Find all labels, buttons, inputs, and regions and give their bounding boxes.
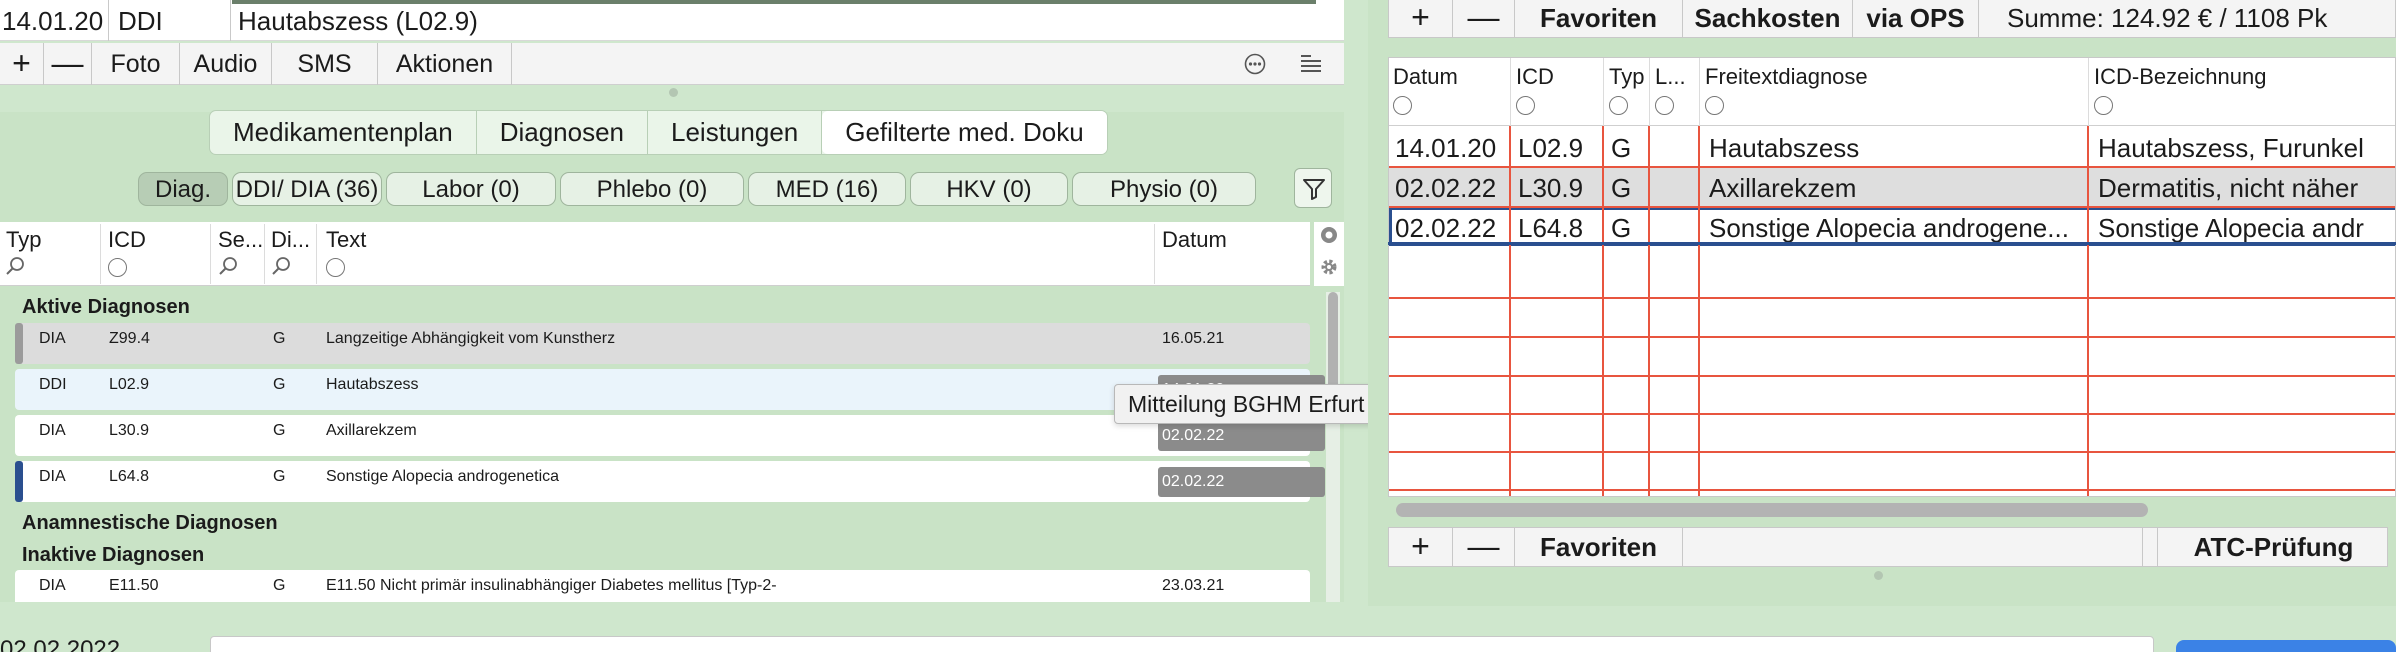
col-typ[interactable]: Typ xyxy=(1609,64,1644,90)
tab-medikamentenplan[interactable]: Medikamentenplan xyxy=(210,111,477,154)
selected-entry-row[interactable]: 14.01.20 DDI Hautabszess (L02.9) xyxy=(0,0,1344,41)
clipped-row-container: DIA E11.50 G E11.50 Nicht primär insulin… xyxy=(15,570,1310,602)
col-di[interactable]: Di... xyxy=(271,227,310,253)
entry-text: Hautabszess (L02.9) xyxy=(238,6,478,36)
filter-chips: Diag. DDI/ DIA (36) Labor (0) Phlebo (0)… xyxy=(138,172,1256,206)
entry-input[interactable] xyxy=(210,636,2154,652)
sachkosten-button[interactable]: Sachkosten xyxy=(1683,0,1853,38)
table-row[interactable]: DIA E11.50 G E11.50 Nicht primär insulin… xyxy=(15,570,1310,602)
filter-circle-icon[interactable] xyxy=(1705,96,1724,115)
group-active-diagnoses: Aktive Diagnosen xyxy=(22,296,190,318)
table-row[interactable]: 14.01.20 L02.9 G Hautabszess Hautabszess… xyxy=(1389,127,2395,166)
favoriten-button[interactable]: Favoriten xyxy=(1515,528,1683,566)
favoriten-button[interactable]: Favoriten xyxy=(1515,0,1683,38)
filter-circle-icon[interactable] xyxy=(1393,96,1412,115)
filter-diag[interactable]: Diag. xyxy=(138,172,228,206)
col-icd-bezeichnung[interactable]: ICD-Bezeichnung xyxy=(2094,64,2266,90)
filter-phlebo[interactable]: Phlebo (0) xyxy=(560,172,744,206)
atc-pruefung-button[interactable]: ATC-Prüfung xyxy=(2157,528,2389,566)
via-ops-button[interactable]: via OPS xyxy=(1853,0,1979,38)
more-options-icon[interactable] xyxy=(1244,53,1266,75)
search-icon[interactable] xyxy=(5,255,27,277)
selection-underline xyxy=(1388,242,2396,245)
filter-circle-icon[interactable] xyxy=(326,258,345,277)
filter-circle-icon[interactable] xyxy=(1655,96,1674,115)
view-tabs: Medikamentenplan Diagnosen Leistungen Ge… xyxy=(209,110,1108,155)
tab-diagnosen[interactable]: Diagnosen xyxy=(477,111,649,154)
icd-table: Datum ICD Typ L... Freitextdiagnose ICD-… xyxy=(1388,57,2396,497)
icd-toolbar: + — Favoriten ATC-Prüfung xyxy=(1388,527,2388,567)
summary-total: Summe: 124.92 € / 1108 Pk xyxy=(2007,3,2328,33)
row-marker xyxy=(15,323,23,364)
sms-button[interactable]: SMS xyxy=(272,43,378,85)
aktionen-button[interactable]: Aktionen xyxy=(378,43,512,85)
splitter-handle[interactable] xyxy=(669,88,678,97)
date-field[interactable]: 02.02.2022 xyxy=(0,636,120,652)
splitter-handle[interactable] xyxy=(1874,571,1883,580)
services-toolbar: + — Favoriten Sachkosten via OPS Summe: … xyxy=(1388,0,2396,38)
date-badge: 02.02.22 xyxy=(1158,421,1325,451)
filter-circle-icon[interactable] xyxy=(2094,96,2113,115)
filter-med[interactable]: MED (16) xyxy=(748,172,906,206)
diagnosis-table-header: Typ ICD Se... Di... Text Datum xyxy=(0,222,1310,286)
col-se[interactable]: Se... xyxy=(218,227,263,253)
entry-row-indicator xyxy=(232,0,1316,4)
tab-leistungen[interactable]: Leistungen xyxy=(648,111,823,154)
submit-button[interactable] xyxy=(2176,640,2396,652)
col-icd[interactable]: ICD xyxy=(108,227,146,253)
col-freitextdiagnose[interactable]: Freitextdiagnose xyxy=(1705,64,1868,90)
vertical-scrollbar[interactable] xyxy=(1326,292,1340,602)
table-row-selected[interactable]: 02.02.22 L64.8 G Sonstige Alopecia andro… xyxy=(1389,207,2395,246)
col-typ[interactable]: Typ xyxy=(6,227,41,253)
list-view-icon[interactable] xyxy=(1300,54,1322,74)
group-inactive-diagnoses: Inaktive Diagnosen xyxy=(22,544,205,566)
foto-button[interactable]: Foto xyxy=(92,43,180,85)
tab-gefilterte-med-doku[interactable]: Gefilterte med. Doku xyxy=(822,111,1107,154)
column-tools xyxy=(1314,222,1344,286)
add-button[interactable]: + xyxy=(1389,528,1453,566)
column-picker-icon[interactable] xyxy=(1320,226,1338,244)
row-marker xyxy=(15,461,23,502)
col-l[interactable]: L... xyxy=(1655,64,1686,90)
horizontal-scrollbar[interactable] xyxy=(1396,503,2148,517)
icd-table-header: Datum ICD Typ L... Freitextdiagnose ICD-… xyxy=(1389,58,2395,126)
col-datum[interactable]: Datum xyxy=(1162,227,1227,253)
gear-icon[interactable] xyxy=(1318,256,1340,278)
funnel-icon xyxy=(1303,179,1325,200)
col-datum[interactable]: Datum xyxy=(1393,64,1458,90)
filter-circle-icon[interactable] xyxy=(1609,96,1628,115)
search-icon[interactable] xyxy=(218,255,240,277)
filter-button[interactable] xyxy=(1294,168,1332,208)
date-badge: 02.02.22 xyxy=(1158,467,1325,497)
remove-button[interactable]: — xyxy=(44,43,92,85)
audio-button[interactable]: Audio xyxy=(180,43,272,85)
filter-physio[interactable]: Physio (0) xyxy=(1072,172,1256,206)
remove-button[interactable]: — xyxy=(1453,528,1515,566)
add-button[interactable]: + xyxy=(1389,0,1453,38)
left-toolbar: + — Foto Audio SMS Aktionen xyxy=(0,43,1344,85)
entry-date: 14.01.20 xyxy=(2,6,104,36)
col-icd[interactable]: ICD xyxy=(1516,64,1554,90)
remove-button[interactable]: — xyxy=(1453,0,1515,38)
table-row[interactable]: 02.02.22 L30.9 G Axillarekzem Dermatitis… xyxy=(1389,167,2395,206)
filter-circle-icon[interactable] xyxy=(1516,96,1535,115)
table-row[interactable]: DIA L64.8 G Sonstige Alopecia androgenet… xyxy=(15,461,1325,502)
group-anamnestic-diagnoses: Anamnestische Diagnosen xyxy=(22,512,278,534)
add-button[interactable]: + xyxy=(0,43,44,85)
col-text[interactable]: Text xyxy=(326,227,366,253)
filter-circle-icon[interactable] xyxy=(108,258,127,277)
filter-labor[interactable]: Labor (0) xyxy=(386,172,556,206)
search-icon[interactable] xyxy=(271,255,293,277)
table-row[interactable]: DIA Z99.4 G Langzeitige Abhängigkeit vom… xyxy=(15,323,1310,364)
filter-hkv[interactable]: HKV (0) xyxy=(910,172,1068,206)
entry-type: DDI xyxy=(118,6,163,36)
filter-ddi-dia[interactable]: DDI/ DIA (36) xyxy=(232,172,382,206)
